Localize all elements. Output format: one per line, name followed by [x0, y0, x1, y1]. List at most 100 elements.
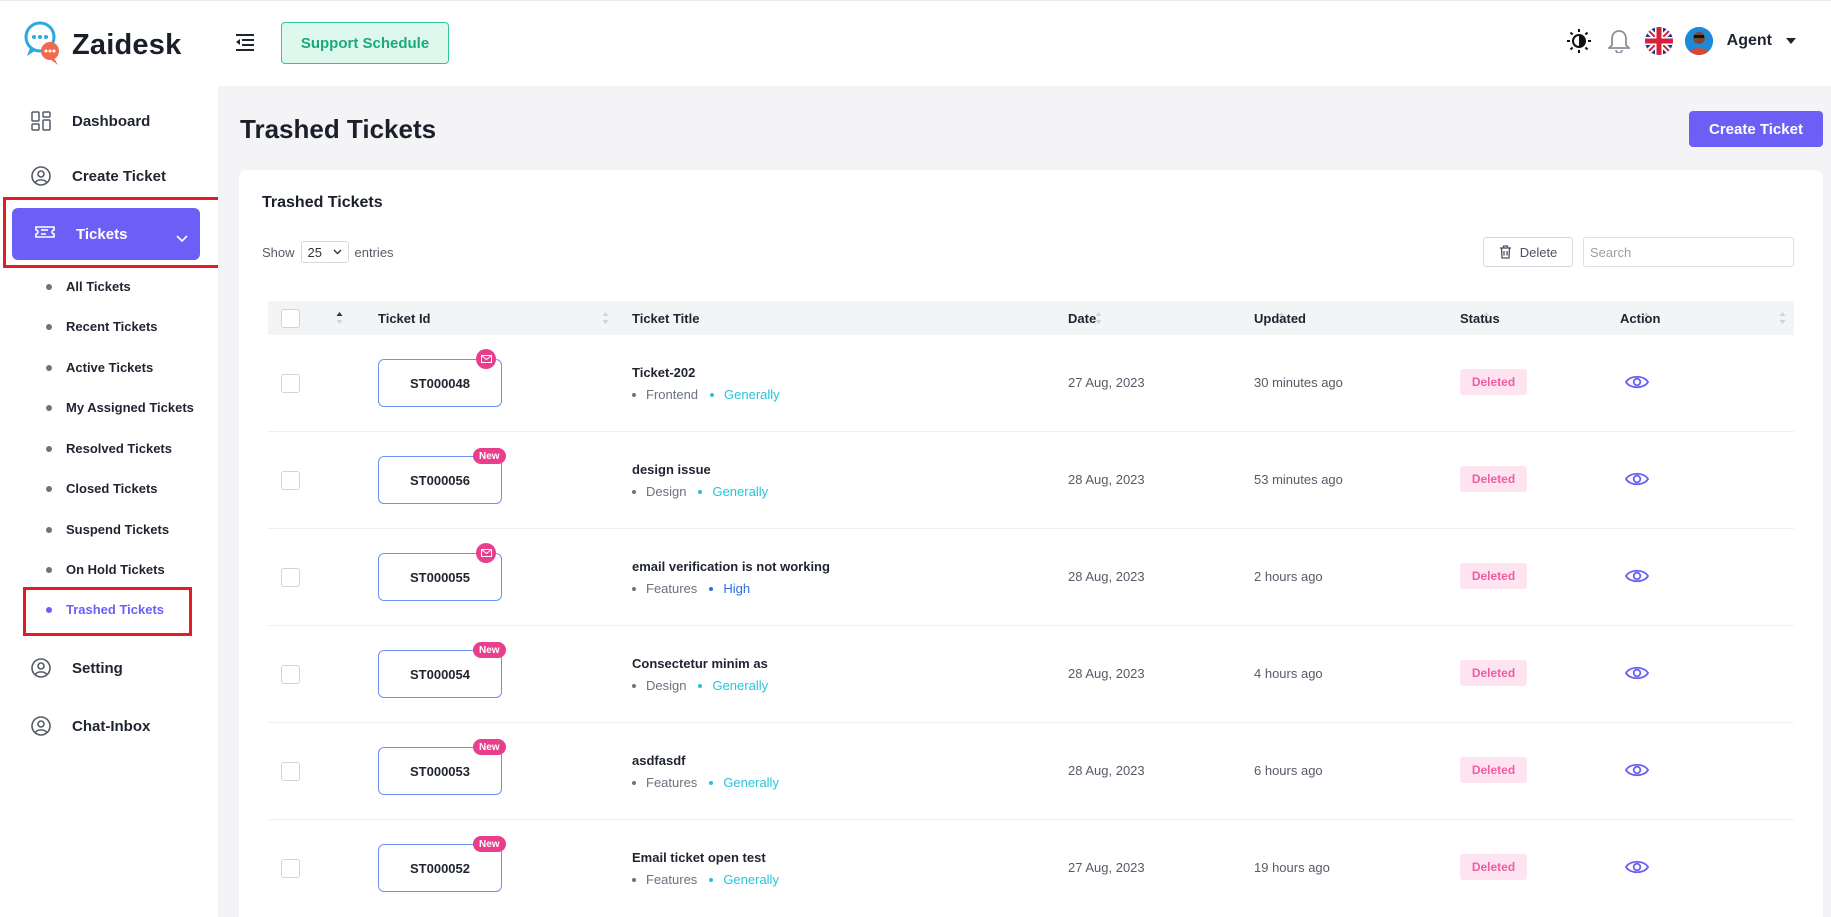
sort-icon[interactable] [336, 311, 343, 325]
user-name[interactable]: Agent [1727, 32, 1772, 50]
ticket-meta: Frontend Generally [632, 387, 780, 402]
delete-label: Delete [1519, 244, 1558, 260]
ticket-category: Features [646, 775, 698, 790]
ticket-date: 27 Aug, 2023 [1068, 375, 1145, 390]
ticket-meta: Features Generally [632, 872, 779, 887]
bullet-dot [632, 780, 636, 785]
row-checkbox[interactable] [281, 859, 300, 878]
view-eye-icon[interactable] [1625, 373, 1649, 391]
column-header-ticket-id[interactable]: Ticket Id [378, 301, 431, 335]
show-entries: Show 25 entries [262, 241, 394, 263]
column-header-updated[interactable]: Updated [1254, 301, 1306, 335]
status-badge: Deleted [1460, 369, 1527, 395]
search-input[interactable] [1583, 237, 1794, 267]
user-menu-caret-icon[interactable] [1786, 38, 1796, 44]
ticket-date: 28 Aug, 2023 [1068, 569, 1145, 584]
row-checkbox[interactable] [281, 374, 300, 393]
bullet-dot [632, 586, 636, 591]
sidebar-subitem-trashed-tickets[interactable]: Trashed Tickets [46, 602, 164, 617]
view-eye-icon[interactable] [1625, 470, 1649, 488]
ticket-meta: Design Generally [632, 484, 768, 499]
ticket-category: Frontend [646, 387, 699, 402]
bullet-dot [46, 283, 52, 290]
sidebar-subitem-resolved-tickets[interactable]: Resolved Tickets [46, 441, 172, 456]
ticket-meta: Features Generally [632, 775, 779, 790]
ticket-meta: Design Generally [632, 678, 768, 693]
sidebar-item-setting[interactable]: Setting [30, 657, 123, 679]
sidebar-toggle-icon[interactable] [236, 33, 256, 51]
ticket-title[interactable]: email verification is not working [632, 559, 830, 574]
select-all-checkbox[interactable] [281, 308, 300, 328]
sidebar-subitem-on-hold-tickets[interactable]: On Hold Tickets [46, 562, 165, 577]
bullet-dot [46, 485, 52, 492]
priority-label: Generally [712, 484, 769, 499]
row-checkbox[interactable] [281, 762, 300, 781]
ticket-date: 28 Aug, 2023 [1068, 472, 1145, 487]
logo-chat-icon [24, 21, 64, 69]
ticket-updated: 4 hours ago [1254, 666, 1323, 681]
support-schedule-button[interactable]: Support Schedule [281, 22, 449, 64]
row-checkbox[interactable] [281, 471, 300, 490]
entries-select[interactable]: 25 [300, 241, 349, 263]
column-header-action[interactable]: Action [1620, 301, 1660, 335]
column-header-ticket-title[interactable]: Ticket Title [632, 301, 699, 335]
sidebar-subitem-all-tickets[interactable]: All Tickets [46, 279, 131, 294]
sidebar-item-label: Create Ticket [72, 167, 166, 185]
view-eye-icon[interactable] [1625, 567, 1649, 585]
sort-icon[interactable] [602, 311, 609, 325]
subitem-label: All Tickets [66, 279, 131, 294]
sidebar-subitem-suspend-tickets[interactable]: Suspend Tickets [46, 522, 169, 537]
ticket-title[interactable]: design issue [632, 462, 711, 477]
table-row: ST000052 New Email ticket open test Feat… [268, 820, 1794, 917]
sidebar-item-chat-inbox[interactable]: Chat-Inbox [30, 715, 150, 737]
column-header-date[interactable]: Date [1068, 301, 1096, 335]
sidebar: Dashboard Create Ticket Tickets All Tick… [0, 86, 224, 917]
show-label: Show [262, 244, 295, 260]
sort-icon[interactable] [1779, 311, 1786, 325]
table-header: Ticket Id Ticket Title Date Updated Stat… [268, 301, 1794, 335]
sidebar-subitem-active-tickets[interactable]: Active Tickets [46, 360, 153, 375]
new-badge: New [473, 448, 506, 464]
sidebar-item-tickets[interactable]: Tickets [12, 208, 200, 260]
bullet-dot [709, 586, 714, 591]
subitem-label: Trashed Tickets [66, 602, 165, 617]
view-eye-icon[interactable] [1625, 664, 1649, 682]
ticket-title[interactable]: Ticket-202 [632, 365, 695, 380]
ticket-title[interactable]: asdfasdf [632, 753, 685, 768]
row-checkbox[interactable] [281, 568, 300, 587]
chevron-down-icon [333, 249, 342, 255]
top-bar: Zaidesk Support Schedule Agent [0, 0, 1831, 86]
notification-bell-icon[interactable] [1605, 27, 1633, 55]
app-logo[interactable]: Zaidesk [24, 21, 181, 69]
priority-label: Generally [723, 775, 779, 790]
subitem-label: Active Tickets [66, 360, 154, 375]
main-content: Trashed Tickets Create Ticket Trashed Ti… [218, 86, 1831, 917]
ticket-title[interactable]: Email ticket open test [632, 850, 766, 865]
status-badge: Deleted [1460, 563, 1527, 589]
header-actions: Agent [1565, 27, 1796, 55]
view-eye-icon[interactable] [1625, 761, 1649, 779]
ticket-title[interactable]: Consectetur minim as [632, 656, 768, 671]
user-circle-icon [30, 165, 52, 187]
sidebar-subitem-recent-tickets[interactable]: Recent Tickets [46, 319, 158, 334]
theme-toggle-icon[interactable] [1565, 27, 1593, 55]
status-badge: Deleted [1460, 757, 1527, 783]
uk-flag-icon[interactable] [1644, 27, 1673, 55]
new-badge: New [473, 836, 506, 852]
row-checkbox[interactable] [281, 665, 300, 684]
bullet-dot [46, 364, 52, 371]
status-badge: Deleted [1460, 466, 1527, 492]
sidebar-subitem-my-assigned-tickets[interactable]: My Assigned Tickets [46, 400, 194, 415]
create-ticket-button[interactable]: Create Ticket [1689, 111, 1823, 147]
sidebar-item-create-ticket[interactable]: Create Ticket [30, 165, 166, 187]
ticket-updated: 2 hours ago [1254, 569, 1323, 584]
sidebar-item-label: Chat-Inbox [72, 717, 151, 735]
column-header-status[interactable]: Status [1460, 301, 1500, 335]
sidebar-item-dashboard[interactable]: Dashboard [30, 110, 150, 132]
priority-label: Generally [724, 387, 780, 402]
view-eye-icon[interactable] [1625, 858, 1649, 876]
sidebar-subitem-closed-tickets[interactable]: Closed Tickets [46, 481, 158, 496]
delete-button[interactable]: Delete [1483, 237, 1573, 267]
user-avatar[interactable] [1684, 27, 1713, 55]
bullet-dot [710, 392, 715, 397]
